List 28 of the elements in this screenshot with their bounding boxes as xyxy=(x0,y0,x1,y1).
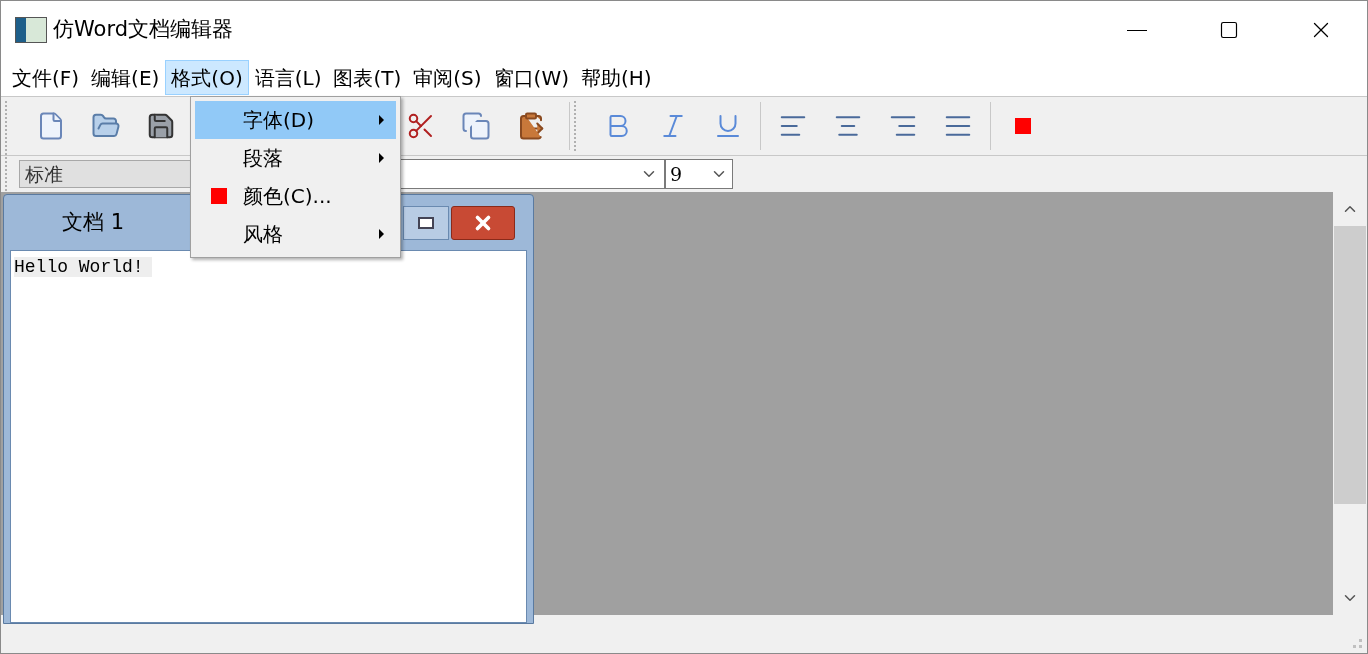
menu-entry[interactable]: 字体(D) xyxy=(195,101,396,139)
text-area[interactable]: Hello World! xyxy=(10,250,527,623)
menu-entry[interactable]: 段落 xyxy=(195,139,396,177)
resize-grip-icon xyxy=(1353,639,1363,649)
color-swatch-icon xyxy=(1015,118,1031,134)
menu-item[interactable]: 文件(F) xyxy=(6,60,86,95)
color-swatch-icon xyxy=(211,188,227,204)
menu-item[interactable]: 格式(O) xyxy=(165,60,249,95)
minimize-icon xyxy=(1127,29,1147,31)
maximize-icon xyxy=(1219,20,1239,40)
font-combo[interactable] xyxy=(399,159,665,189)
app-icon xyxy=(15,17,47,43)
submenu-arrow-icon xyxy=(379,115,384,125)
restore-button[interactable] xyxy=(403,205,449,240)
menu-item[interactable]: 审阅(S) xyxy=(407,60,488,95)
menu-item[interactable]: 窗口(W) xyxy=(487,60,575,95)
submenu-arrow-icon xyxy=(379,153,384,163)
window-title: 仿Word文档编辑器 xyxy=(53,16,233,44)
menu-item[interactable]: 语言(L) xyxy=(248,60,328,95)
menu-entry[interactable]: 颜色(C)... xyxy=(195,177,396,215)
document-title: 文档 1 xyxy=(62,208,125,236)
menu-item[interactable]: 编辑(E) xyxy=(85,60,166,95)
menu-item[interactable]: 帮助(H) xyxy=(575,60,658,95)
menu-entry[interactable]: 风格 xyxy=(195,215,396,253)
size-combo[interactable]: 9 xyxy=(665,159,733,189)
menu-item[interactable]: 图表(T) xyxy=(327,60,408,95)
submenu-arrow-icon xyxy=(379,229,384,239)
close-button[interactable] xyxy=(451,205,515,240)
